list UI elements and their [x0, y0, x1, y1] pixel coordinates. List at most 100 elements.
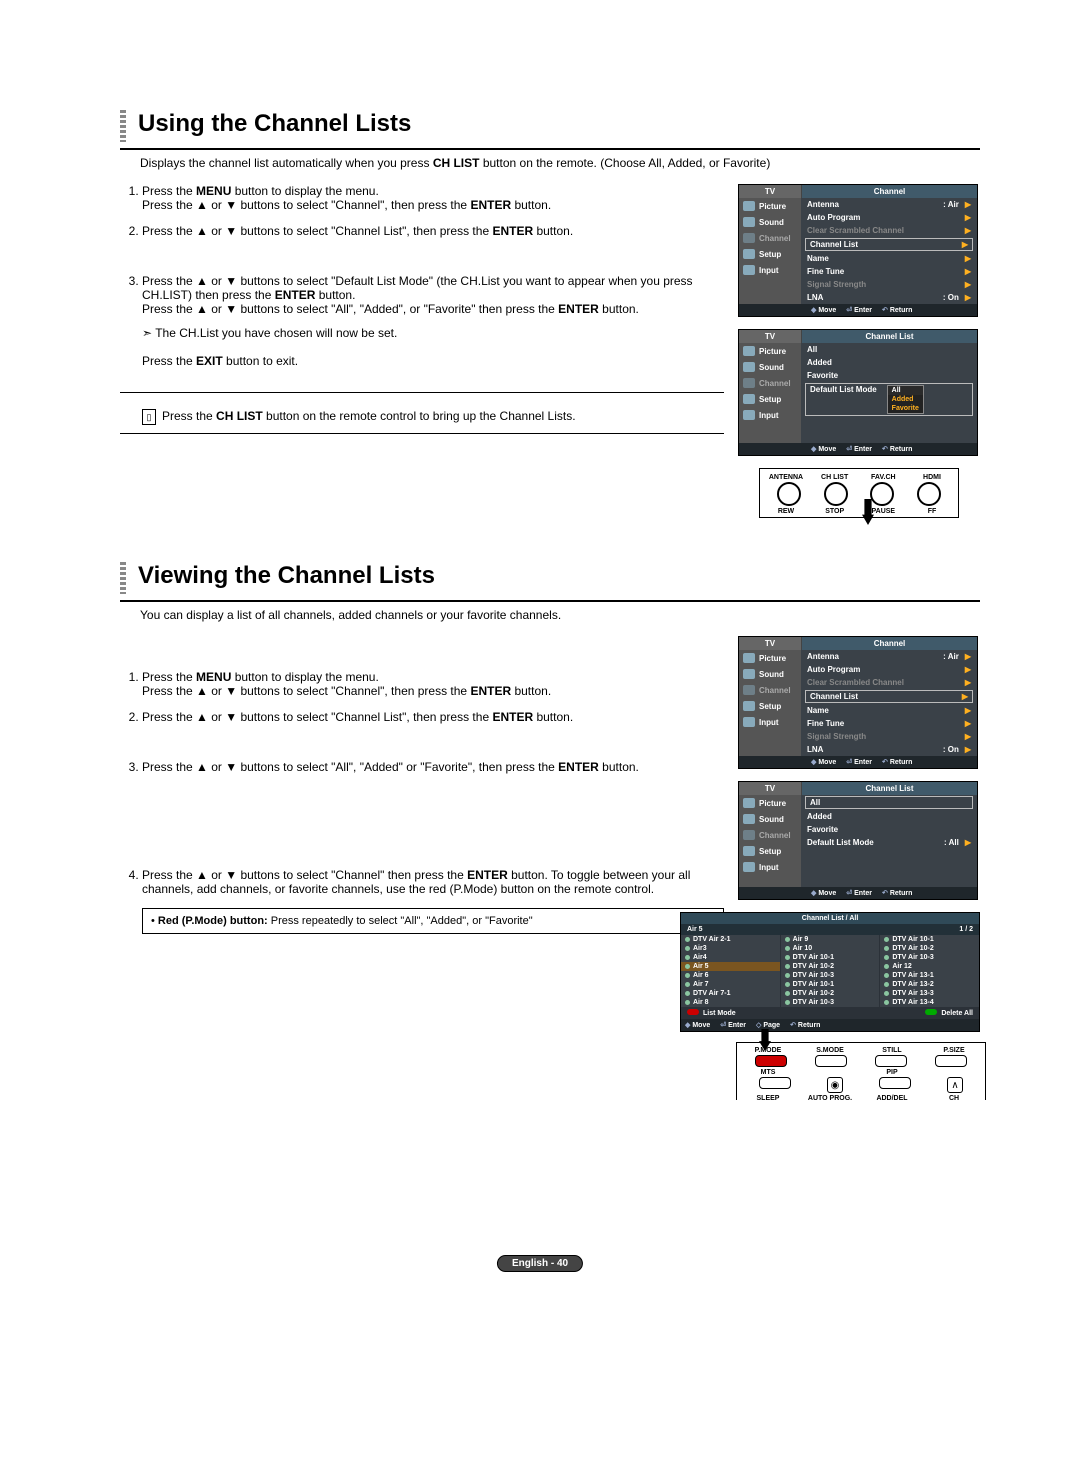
txt: The CH.List you have chosen will now be …	[155, 326, 397, 340]
page-footer: English - 40	[497, 1255, 583, 1272]
side-sound: Sound	[739, 214, 801, 230]
page-indicator: 1 / 2	[959, 926, 973, 933]
panel-title: Channel List / All	[681, 913, 979, 924]
dropdown-default-list-mode: All Added Favorite	[887, 385, 924, 414]
channel-item: DTV Air 10-1	[880, 935, 979, 944]
key-enter: ENTER	[492, 710, 533, 724]
step-2: Press the ▲ or ▼ buttons to select "Chan…	[142, 710, 724, 748]
channel-item: Air 6	[681, 971, 780, 980]
osd-tab-tv: TV	[739, 185, 802, 198]
txt: Press the ▲ or ▼ buttons to select "Chan…	[142, 224, 492, 238]
step-1: Press the MENU button to display the men…	[142, 184, 724, 212]
channel-item: DTV Air 13-3	[880, 989, 979, 998]
key-menu: MENU	[196, 184, 231, 198]
section1-intro: Displays the channel list automatically …	[140, 156, 980, 170]
channel-item: DTV Air 7-1	[681, 989, 780, 998]
btn-favch: FAV.CH	[863, 474, 903, 481]
osd-title: Channel List	[802, 330, 977, 343]
side-channel: Channel	[739, 230, 801, 246]
key-exit: EXIT	[196, 354, 223, 368]
section2-intro: You can display a list of all channels, …	[140, 608, 980, 622]
osd-channel-menu-2: TVChannel Picture Sound Channel Setup In…	[738, 636, 978, 769]
note-icon: ➣	[142, 326, 152, 340]
key-ch-list: CH LIST	[433, 156, 480, 170]
btn-antenna: ANTENNA	[766, 474, 806, 481]
channel-item: Air4	[681, 953, 780, 962]
side-setup: Setup	[739, 246, 801, 262]
key-enter: ENTER	[492, 224, 533, 238]
section-title: Viewing the Channel Lists	[138, 562, 435, 594]
osd-tab-tv: TV	[739, 330, 802, 343]
osd-title: Channel	[802, 185, 977, 198]
txt: button on the remote control to bring up…	[263, 409, 576, 423]
step-1: Press the MENU button to display the men…	[142, 670, 724, 698]
btn-chlist: CH LIST	[815, 474, 855, 481]
osd-footer: ◆ Move⏎ Enter↶ Return	[739, 304, 977, 316]
channel-item: DTV Air 10-3	[781, 971, 880, 980]
key-ch-list: CH LIST	[216, 409, 263, 423]
channel-item: Air 7	[681, 980, 780, 989]
channel-item: Air 12	[880, 962, 979, 971]
btn-stop: STOP	[815, 508, 855, 515]
txt: Press the ▲ or ▼ buttons to select "All"…	[142, 302, 558, 316]
btn-hdmi: HDMI	[912, 474, 952, 481]
txt: button.	[599, 302, 639, 316]
btn-rew: REW	[766, 508, 806, 515]
key-red-pmode: Red (P.Mode) button:	[158, 915, 268, 927]
pmode-callout: • Red (P.Mode) button: Press repeatedly …	[142, 908, 724, 934]
channel-item: DTV Air 10-2	[880, 944, 979, 953]
txt: button to exit.	[223, 354, 298, 368]
channel-list-all-panel: Channel List / All Air 5 1 / 2 DTV Air 2-…	[680, 912, 980, 1032]
key-enter: ENTER	[275, 288, 316, 302]
section-title: Using the Channel Lists	[138, 110, 411, 142]
channel-item: DTV Air 13-1	[880, 971, 979, 980]
channel-item: DTV Air 10-2	[781, 962, 880, 971]
channel-item: DTV Air 10-1	[781, 953, 880, 962]
osd-main: Antenna: Air▶ Auto Program▶ Clear Scramb…	[801, 198, 977, 304]
channel-item: DTV Air 10-3	[880, 953, 979, 962]
side-input: Input	[739, 262, 801, 278]
channel-item: Air 5	[681, 962, 780, 971]
channel-item: Air 8	[681, 998, 780, 1007]
osd-channel-list-dropdown: TVChannel List Picture Sound Channel Set…	[738, 329, 978, 456]
btn-delete-all: Delete All	[941, 1010, 973, 1017]
channel-item: DTV Air 13-2	[880, 980, 979, 989]
rule	[120, 148, 980, 150]
txt: button.	[315, 288, 355, 302]
channel-item: DTV Air 2-1	[681, 935, 780, 944]
txt: Press the	[162, 409, 216, 423]
txt: button to display the menu.	[231, 184, 378, 198]
channel-item: DTV Air 10-1	[781, 980, 880, 989]
step-2: Press the ▲ or ▼ buttons to select "Chan…	[142, 224, 724, 262]
channel-item: Air 9	[781, 935, 880, 944]
heading-ornament	[120, 562, 126, 594]
btn-list-mode: List Mode	[703, 1010, 736, 1017]
txt: Press the	[142, 354, 196, 368]
channel-item: Air3	[681, 944, 780, 953]
section-heading-1: Using the Channel Lists	[120, 110, 980, 142]
manual-page: Using the Channel Lists Displays the cha…	[0, 0, 1080, 1476]
channel-item: Air 10	[781, 944, 880, 953]
key-menu: MENU	[196, 670, 231, 684]
channel-item: DTV Air 13-4	[880, 998, 979, 1007]
txt: Press the	[142, 184, 196, 198]
btn-ff: FF	[912, 508, 952, 515]
remote-diagram-pmode: P.MODES.MODESTILLP.SIZE MTSPIP ◉∧ SLEEPA…	[736, 1042, 986, 1107]
key-enter: ENTER	[470, 684, 511, 698]
txt: Press the ▲ or ▼ buttons to select "Defa…	[142, 274, 693, 302]
txt: button.	[511, 198, 551, 212]
txt: Press the ▲ or ▼ buttons to select "Chan…	[142, 198, 470, 212]
txt: button on the remote. (Choose All, Added…	[479, 156, 770, 170]
remote-diagram-chlist: ANTENNA CH LIST FAV.CH HDMI REW STOP PAU…	[759, 468, 959, 518]
key-enter: ENTER	[467, 868, 508, 882]
channel-item: DTV Air 10-2	[781, 989, 880, 998]
osd-channel-menu: TVChannel Picture Sound Channel Setup In…	[738, 184, 978, 317]
section2-steps: Press the MENU button to display the men…	[142, 670, 724, 896]
step-3: Press the ▲ or ▼ buttons to select "All"…	[142, 760, 724, 856]
section1-steps: Press the MENU button to display the men…	[142, 184, 724, 368]
txt: button.	[533, 224, 573, 238]
txt: Displays the channel list automatically …	[140, 156, 433, 170]
step-4: Press the ▲ or ▼ buttons to select "Chan…	[142, 868, 724, 896]
remote-icon: ▯	[142, 409, 156, 425]
osd-channel-list: TVChannel List Picture Sound Channel Set…	[738, 781, 978, 900]
